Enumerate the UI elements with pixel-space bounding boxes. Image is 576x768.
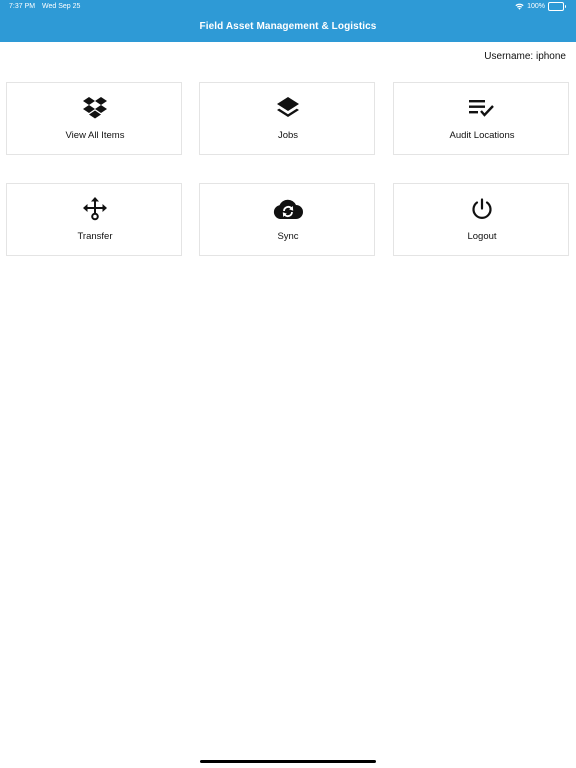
dropbox-icon <box>7 96 183 120</box>
app-screen: 7:37 PM Wed Sep 25 100% Field Asset Mana… <box>0 0 576 768</box>
battery-icon <box>548 2 566 11</box>
sync-tile[interactable]: Sync <box>199 183 375 256</box>
audit-locations-tile[interactable]: Audit Locations <box>393 82 569 155</box>
username-label: Username: iphone <box>484 51 566 62</box>
header-bar: 7:37 PM Wed Sep 25 100% Field Asset Mana… <box>0 0 576 42</box>
tile-label: Transfer <box>77 231 113 242</box>
tile-label: Jobs <box>277 130 299 141</box>
transfer-arrows-icon <box>7 197 183 221</box>
status-time: 7:37 PM <box>9 3 36 10</box>
cloud-sync-icon <box>200 197 376 221</box>
transfer-tile[interactable]: Transfer <box>6 183 182 256</box>
status-bar: 7:37 PM Wed Sep 25 100% <box>0 0 576 14</box>
logout-tile[interactable]: Logout <box>393 183 569 256</box>
tile-label: Audit Locations <box>449 130 515 141</box>
wifi-icon <box>515 3 524 10</box>
status-indicators: 100% <box>515 2 566 11</box>
home-indicator[interactable] <box>200 760 376 763</box>
playlist-check-icon <box>394 96 570 120</box>
tile-label: Logout <box>467 231 497 242</box>
jobs-tile[interactable]: Jobs <box>199 82 375 155</box>
power-icon <box>394 197 570 221</box>
tile-label: Sync <box>277 231 299 242</box>
view-all-items-tile[interactable]: View All Items <box>6 82 182 155</box>
tile-label: View All Items <box>65 130 125 141</box>
app-title: Field Asset Management & Logistics <box>199 21 377 32</box>
status-date: Wed Sep 25 <box>42 3 81 10</box>
battery-percentage: 100% <box>527 3 545 10</box>
layers-icon <box>200 96 376 120</box>
